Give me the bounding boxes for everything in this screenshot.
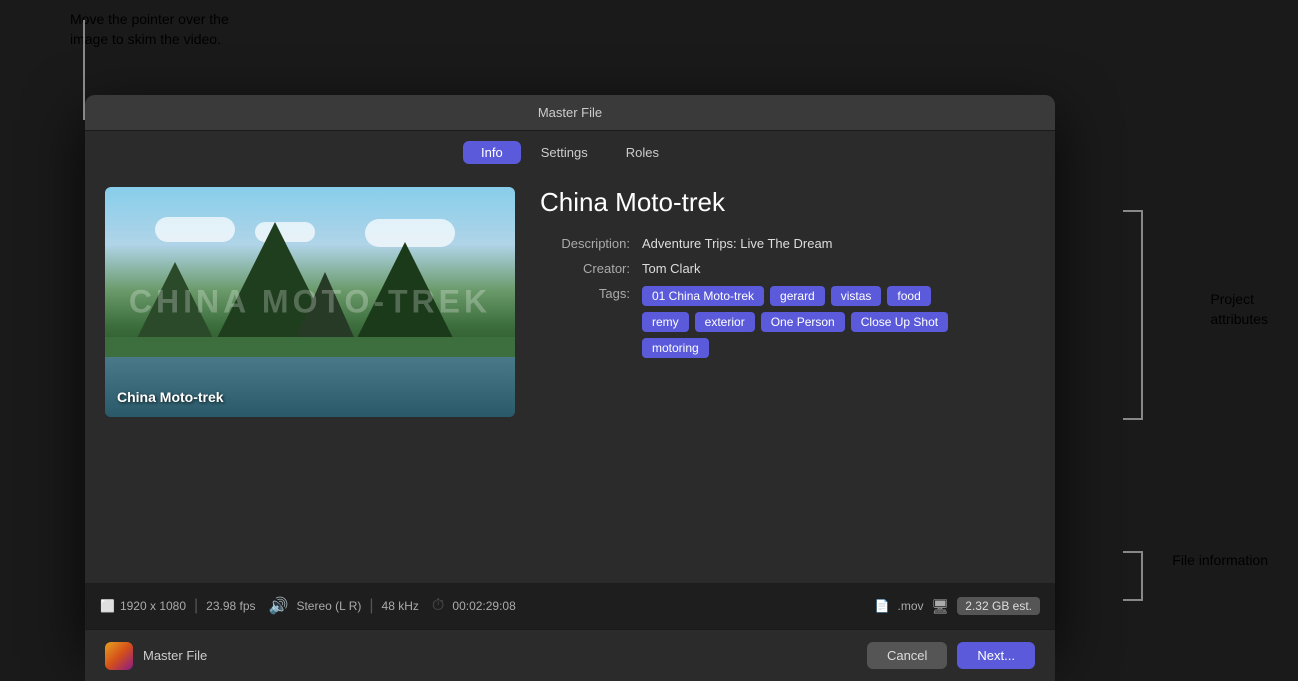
next-button[interactable]: Next... xyxy=(957,642,1035,669)
doc-icon: 📄 xyxy=(875,599,890,613)
annotation-file-info: File information xyxy=(1172,551,1268,571)
title-bar: Master File xyxy=(85,95,1055,131)
description-value: Adventure Trips: Live The Dream xyxy=(642,236,833,251)
creator-row: Creator: Tom Clark xyxy=(540,261,1035,276)
content-area: CHINA MOTO-TREK China Moto-trek China Mo… xyxy=(85,172,1055,432)
video-landscape: CHINA MOTO-TREK China Moto-trek xyxy=(105,187,515,417)
tags-row: Tags: 01 China Moto-trek gerard vistas f… xyxy=(540,286,1035,358)
fps: 23.98 fps xyxy=(206,599,255,613)
annotation-project-attributes: Project attributes xyxy=(1210,290,1268,329)
sample-rate: 48 kHz xyxy=(382,599,419,613)
sep3: | xyxy=(369,597,373,615)
annotation-line xyxy=(83,20,85,120)
description-label: Description: xyxy=(540,236,630,251)
tag-vistas[interactable]: vistas xyxy=(831,286,882,306)
tab-info[interactable]: Info xyxy=(463,141,521,164)
creator-label: Creator: xyxy=(540,261,630,276)
monitor-icon: 🖥 xyxy=(932,598,950,615)
tag-01-china-moto-trek[interactable]: 01 China Moto-trek xyxy=(642,286,764,306)
video-overlay-text: China Moto-trek xyxy=(117,389,224,405)
video-watermark: CHINA MOTO-TREK xyxy=(129,284,491,321)
tag-close-up-shot[interactable]: Close Up Shot xyxy=(851,312,948,332)
video-preview[interactable]: CHINA MOTO-TREK China Moto-trek xyxy=(105,187,515,417)
resolution: 1920 x 1080 xyxy=(120,599,186,613)
bracket-file-info xyxy=(1123,551,1143,601)
tab-roles[interactable]: Roles xyxy=(608,141,677,164)
footer-title: Master File xyxy=(143,648,207,663)
tag-motoring[interactable]: motoring xyxy=(642,338,709,358)
tab-settings[interactable]: Settings xyxy=(523,141,606,164)
file-info-bar: ⬜ 1920 x 1080 | 23.98 fps 🔊 Stereo (L R)… xyxy=(85,583,1055,629)
sep4: ⏱ xyxy=(432,597,444,615)
main-window: Master File Info Settings Roles CHINA xyxy=(85,95,1055,640)
tag-one-person[interactable]: One Person xyxy=(761,312,845,332)
description-row: Description: Adventure Trips: Live The D… xyxy=(540,236,1035,251)
tabs-bar: Info Settings Roles xyxy=(85,131,1055,172)
tag-gerard[interactable]: gerard xyxy=(770,286,825,306)
cancel-button[interactable]: Cancel xyxy=(867,642,947,669)
duration: 00:02:29:08 xyxy=(452,599,515,613)
sep1: | xyxy=(194,597,198,615)
tags-label: Tags: xyxy=(540,286,630,358)
tags-container: 01 China Moto-trek gerard vistas food re… xyxy=(642,286,962,358)
file-size: 2.32 GB est. xyxy=(957,597,1040,615)
resolution-icon: ⬜ xyxy=(100,599,115,613)
footer-buttons: Cancel Next... xyxy=(867,642,1035,669)
app-logo xyxy=(105,642,133,670)
creator-value: Tom Clark xyxy=(642,261,701,276)
annotation-top: Move the pointer over the image to skim … xyxy=(70,10,229,49)
window-title: Master File xyxy=(538,105,602,120)
file-icon-area: 📄 .mov 🖥 2.32 GB est. xyxy=(875,597,1040,615)
format: .mov xyxy=(898,599,924,613)
info-panel: China Moto-trek Description: Adventure T… xyxy=(540,187,1035,417)
bracket-attributes xyxy=(1123,210,1143,420)
tag-exterior[interactable]: exterior xyxy=(695,312,755,332)
dialog-footer: Master File Cancel Next... xyxy=(85,629,1055,681)
water xyxy=(105,357,515,417)
tag-remy[interactable]: remy xyxy=(642,312,689,332)
sep2: 🔊 xyxy=(269,596,289,616)
tag-food[interactable]: food xyxy=(887,286,930,306)
project-title: China Moto-trek xyxy=(540,187,1035,218)
audio: Stereo (L R) xyxy=(296,599,361,613)
